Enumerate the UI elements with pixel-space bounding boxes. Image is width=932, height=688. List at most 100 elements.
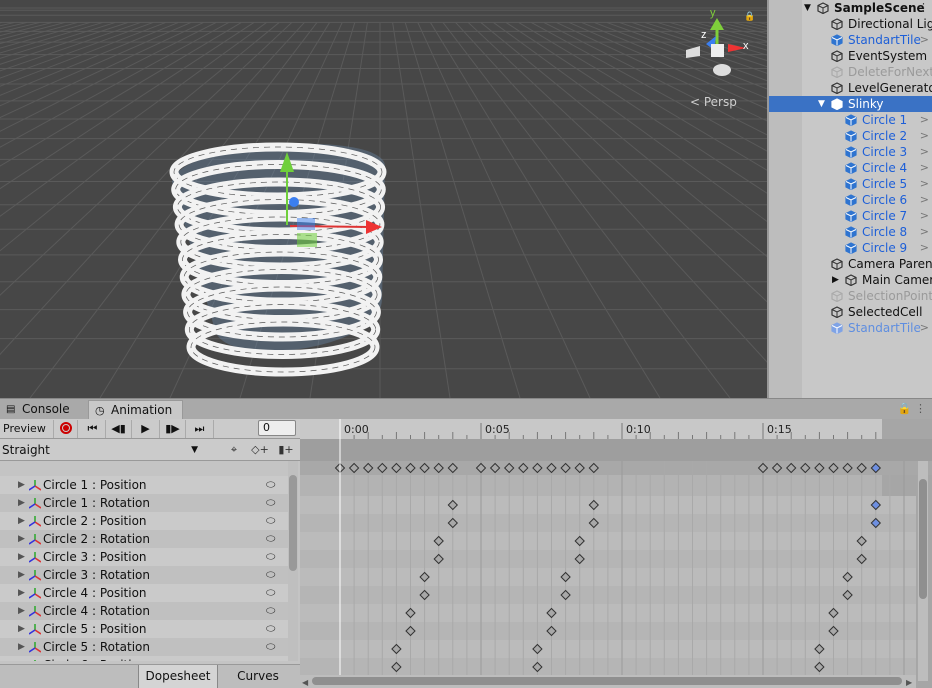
hierarchy-item[interactable]: Camera Parent: [769, 256, 932, 272]
hierarchy-item[interactable]: ▶Main Camera: [769, 272, 932, 288]
property-row[interactable]: ▶Circle 5 : Position⬭: [0, 620, 288, 638]
dopesheet-tab[interactable]: Dopesheet: [138, 665, 218, 688]
scroll-left-icon[interactable]: ◀: [302, 678, 309, 687]
eye-icon[interactable]: ⬭: [266, 476, 275, 494]
property-label: Circle 3 : Rotation: [43, 566, 150, 584]
open-prefab-icon[interactable]: >: [920, 112, 929, 128]
open-prefab-icon[interactable]: >: [920, 176, 929, 192]
perspective-label[interactable]: < Persp: [690, 95, 737, 109]
property-scrollbar[interactable]: [288, 461, 298, 661]
frame-field[interactable]: 0: [258, 420, 296, 436]
expand-arrow-icon[interactable]: ▶: [18, 602, 25, 620]
property-row[interactable]: ▶Circle 2 : Rotation⬭: [0, 530, 288, 548]
expand-arrow-icon[interactable]: ▶: [18, 584, 25, 602]
eye-icon[interactable]: ⬭: [266, 548, 275, 566]
collapse-arrow-icon[interactable]: ▶: [832, 272, 839, 288]
eye-icon[interactable]: ⬭: [266, 638, 275, 656]
dopesheet-canvas[interactable]: 0:000:050:100:150:200:250:300:350:4◀▶: [300, 419, 932, 688]
open-prefab-icon[interactable]: >: [920, 32, 929, 48]
hierarchy-item[interactable]: Circle 6>: [769, 192, 932, 208]
eye-icon[interactable]: ⬭: [266, 494, 275, 512]
expand-arrow-icon[interactable]: ▶: [18, 530, 25, 548]
add-event-button[interactable]: ▮+: [274, 441, 298, 459]
expand-arrow-icon[interactable]: ▶: [18, 548, 25, 566]
scrollbar-thumb[interactable]: [289, 475, 297, 571]
scene-view[interactable]: y x z 🔒 < Persp: [0, 0, 767, 398]
hierarchy-item[interactable]: Circle 3>: [769, 144, 932, 160]
property-row[interactable]: ▶Circle 5 : Rotation⬭: [0, 638, 288, 656]
property-row[interactable]: ▶Circle 2 : Position⬭: [0, 512, 288, 530]
expand-arrow-icon[interactable]: ▶: [18, 476, 25, 494]
property-row[interactable]: ▶Circle 3 : Position⬭: [0, 548, 288, 566]
orientation-gizmo[interactable]: y x z: [686, 7, 749, 76]
dopesheet-timeline[interactable]: 0:000:050:100:150:200:250:300:350:4◀▶: [300, 419, 932, 688]
expand-arrow-icon[interactable]: ▼: [804, 0, 811, 16]
hierarchy-item[interactable]: EventSystem: [769, 48, 932, 64]
tab-animation[interactable]: ◷ Animation: [88, 400, 183, 419]
eye-icon[interactable]: ⬭: [266, 512, 275, 530]
clip-dropdown[interactable]: Straight ▼: [2, 441, 202, 459]
eye-icon[interactable]: ⬭: [266, 620, 275, 638]
scene-menu-icon[interactable]: ⋮: [918, 0, 929, 16]
last-keyframe-button[interactable]: ⏭: [186, 420, 214, 438]
hierarchy-item[interactable]: Circle 5>: [769, 176, 932, 192]
open-prefab-icon[interactable]: >: [920, 208, 929, 224]
expand-arrow-icon[interactable]: ▶: [18, 566, 25, 584]
hierarchy-item[interactable]: Circle 7>: [769, 208, 932, 224]
eye-icon[interactable]: ⬭: [266, 530, 275, 548]
scroll-right-icon[interactable]: ▶: [906, 678, 913, 687]
hierarchy-item[interactable]: StandartTile>: [769, 32, 932, 48]
first-keyframe-button[interactable]: ⏮: [80, 420, 106, 438]
hierarchy-item[interactable]: ▼SampleScene⋮: [769, 0, 932, 16]
record-button[interactable]: [54, 420, 78, 438]
hierarchy-panel[interactable]: ▼SampleScene⋮Directional LightStandartTi…: [767, 0, 932, 398]
hierarchy-item[interactable]: SelectionPoint: [769, 288, 932, 304]
hierarchy-item[interactable]: Circle 9>: [769, 240, 932, 256]
panel-menu-icon[interactable]: 🔒 ⋮: [898, 402, 926, 415]
property-row[interactable]: ▶Circle 6 : Position⬭: [0, 656, 288, 661]
open-prefab-icon[interactable]: >: [920, 224, 929, 240]
lock-icon[interactable]: 🔒: [744, 12, 753, 21]
eye-icon[interactable]: ⬭: [266, 584, 275, 602]
eye-icon[interactable]: ⬭: [266, 602, 275, 620]
next-keyframe-button[interactable]: ▮▶: [160, 420, 186, 438]
prev-keyframe-button[interactable]: ◀▮: [106, 420, 132, 438]
property-row[interactable]: ▶Circle 4 : Position⬭: [0, 584, 288, 602]
hierarchy-item[interactable]: Circle 2>: [769, 128, 932, 144]
tab-console[interactable]: ▤ Console: [0, 400, 86, 419]
open-prefab-icon[interactable]: >: [920, 160, 929, 176]
play-button[interactable]: ▶: [132, 420, 160, 438]
open-prefab-icon[interactable]: >: [920, 320, 929, 336]
scene-canvas[interactable]: y x z: [0, 0, 767, 398]
hierarchy-item[interactable]: Directional Light: [769, 16, 932, 32]
hierarchy-item[interactable]: SelectedCell: [769, 304, 932, 320]
hierarchy-item[interactable]: ▼Slinky: [769, 96, 932, 112]
expand-arrow-icon[interactable]: ▼: [818, 96, 825, 112]
eye-icon[interactable]: ⬭: [266, 656, 275, 661]
add-keyframe-button[interactable]: ◇+: [248, 441, 272, 459]
expand-arrow-icon[interactable]: ▶: [18, 638, 25, 656]
property-row[interactable]: ▶Circle 4 : Rotation⬭: [0, 602, 288, 620]
open-prefab-icon[interactable]: >: [920, 128, 929, 144]
hierarchy-item[interactable]: DeleteForNextLevel: [769, 64, 932, 80]
hierarchy-item[interactable]: Circle 8>: [769, 224, 932, 240]
expand-arrow-icon[interactable]: ▶: [18, 512, 25, 530]
hierarchy-item[interactable]: StandartTile>: [769, 320, 932, 336]
open-prefab-icon[interactable]: >: [920, 192, 929, 208]
preview-button[interactable]: Preview: [0, 420, 54, 438]
curves-tab[interactable]: Curves: [220, 665, 296, 688]
open-prefab-icon[interactable]: >: [920, 240, 929, 256]
eye-icon[interactable]: ⬭: [266, 566, 275, 584]
filter-by-selection-button[interactable]: ⌖: [222, 441, 246, 459]
expand-arrow-icon[interactable]: ▶: [18, 620, 25, 638]
hierarchy-item[interactable]: Circle 1>: [769, 112, 932, 128]
hierarchy-item[interactable]: Circle 4>: [769, 160, 932, 176]
expand-arrow-icon[interactable]: ▶: [18, 494, 25, 512]
hierarchy-item[interactable]: LevelGenerator: [769, 80, 932, 96]
property-row[interactable]: ▶Circle 1 : Rotation⬭: [0, 494, 288, 512]
property-row[interactable]: ▶ Circle 3 : Rotation ⬭: [0, 566, 288, 584]
expand-arrow-icon[interactable]: ▶: [18, 656, 25, 661]
slinky-model[interactable]: [172, 144, 385, 372]
open-prefab-icon[interactable]: >: [920, 144, 929, 160]
property-row[interactable]: ▶Circle 1 : Position⬭: [0, 476, 288, 494]
